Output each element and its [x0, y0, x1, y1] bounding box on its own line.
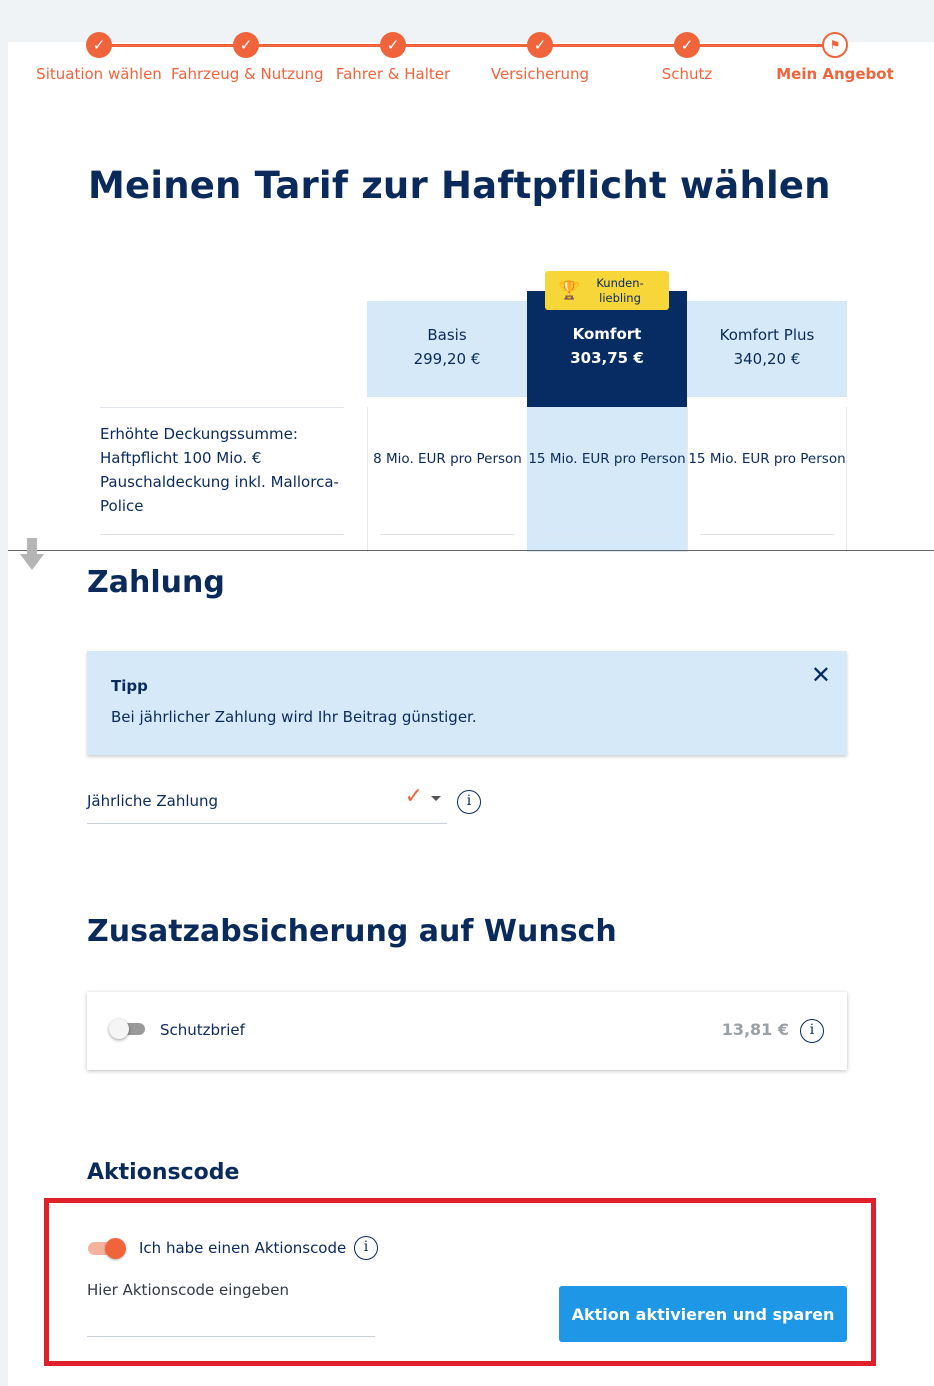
select-value: Jährliche Zahlung	[87, 792, 219, 810]
tip-text: Bei jährlicher Zahlung wird Ihr Beitrag …	[111, 708, 477, 726]
step-label: Situation wählen	[36, 65, 162, 83]
check-icon: ✓	[674, 32, 700, 58]
row-label: Erhöhte Deckungssumme: Haftpflicht 100 M…	[100, 425, 339, 515]
addon-card-schutzbrief: Schutzbrief 13,81 € i	[87, 992, 847, 1070]
payment-frequency-select[interactable]: Jährliche Zahlung ✓	[87, 782, 447, 824]
toggle-knob	[105, 1238, 126, 1259]
flag-icon: ⚑	[822, 32, 848, 58]
aktionscode-toggle-label: Ich habe einen Aktionscode	[139, 1239, 347, 1257]
info-icon[interactable]: i	[457, 790, 481, 814]
checkmark-icon: ✓	[404, 784, 423, 809]
section-heading-zusatz: Zusatzabsicherung auf Wunsch	[87, 914, 617, 949]
page-title: Meinen Tarif zur Haftpflicht wählen	[88, 164, 831, 207]
section-heading-aktionscode: Aktionscode	[87, 1160, 240, 1185]
step-label: Versicherung	[490, 65, 590, 83]
addon-price: 13,81 €	[721, 1020, 789, 1039]
info-icon[interactable]: i	[354, 1236, 378, 1260]
close-icon[interactable]: ✕	[811, 661, 831, 689]
step-label: Fahrer & Halter	[335, 65, 451, 83]
row-divider	[100, 534, 344, 535]
badge-text: Kunden- liebling	[580, 276, 660, 306]
tariff-name: Komfort Plus	[719, 326, 815, 344]
check-icon: ✓	[527, 32, 553, 58]
tip-box: Tipp Bei jährlicher Zahlung wird Ihr Bei…	[87, 651, 847, 755]
step-label: Fahrzeug & Nutzung	[171, 65, 324, 83]
check-icon: ✓	[233, 32, 259, 58]
step-versicherung[interactable]: ✓ Versicherung	[465, 32, 615, 83]
tariff-name: Komfort	[572, 325, 642, 343]
addon-label: Schutzbrief	[160, 1021, 245, 1039]
customer-favorite-badge: 🏆 Kunden- liebling	[545, 271, 669, 310]
step-fahrer[interactable]: ✓ Fahrer & Halter	[318, 32, 468, 83]
tariff-komfort-plus[interactable]: Komfort Plus 340,20 €	[687, 301, 847, 397]
row-divider	[380, 534, 514, 535]
check-icon: ✓	[86, 32, 112, 58]
tip-title: Tipp	[111, 677, 148, 695]
step-angebot: ⚑ Mein Angebot	[760, 32, 910, 83]
aktionscode-field-label: Hier Aktionscode eingeben	[87, 1281, 289, 1299]
schutzbrief-toggle[interactable]	[109, 1019, 145, 1039]
check-icon: ✓	[380, 32, 406, 58]
tariff-price: 299,20 €	[413, 350, 481, 368]
row-divider	[700, 534, 834, 535]
screenshot-seam-divider	[8, 550, 934, 551]
scroll-down-arrow-icon[interactable]	[20, 538, 44, 572]
step-situation[interactable]: ✓ Situation wählen	[24, 32, 174, 83]
badge-text-line: liebling	[599, 290, 641, 305]
info-icon[interactable]: i	[800, 1019, 824, 1043]
row-divider	[100, 407, 344, 408]
tariff-price: 340,20 €	[733, 350, 801, 368]
tariff-price: 303,75 €	[570, 349, 644, 367]
tariff-cell-basis: 8 Mio. EUR pro Person	[367, 407, 527, 552]
trophy-icon: 🏆	[558, 280, 581, 301]
tariff-cell-komfort: 15 Mio. EUR pro Person	[527, 407, 687, 552]
tariff-cell-komfort-plus: 15 Mio. EUR pro Person	[687, 407, 847, 552]
step-fahrzeug[interactable]: ✓ Fahrzeug & Nutzung	[171, 32, 324, 83]
step-label: Schutz	[661, 65, 713, 83]
section-heading-zahlung: Zahlung	[87, 565, 225, 600]
tariff-basis[interactable]: Basis 299,20 €	[367, 301, 527, 397]
aktionscode-input[interactable]	[87, 1305, 375, 1337]
aktionscode-toggle[interactable]	[88, 1238, 126, 1259]
toggle-knob	[109, 1019, 129, 1039]
step-schutz[interactable]: ✓ Schutz	[612, 32, 762, 83]
tariff-name: Basis	[427, 326, 467, 344]
activate-promo-button[interactable]: Aktion aktivieren und sparen	[559, 1286, 847, 1342]
badge-text-line: Kunden-	[596, 275, 644, 290]
chevron-down-icon	[431, 796, 441, 801]
step-label: Mein Angebot	[776, 65, 894, 83]
row-divider	[540, 534, 674, 535]
